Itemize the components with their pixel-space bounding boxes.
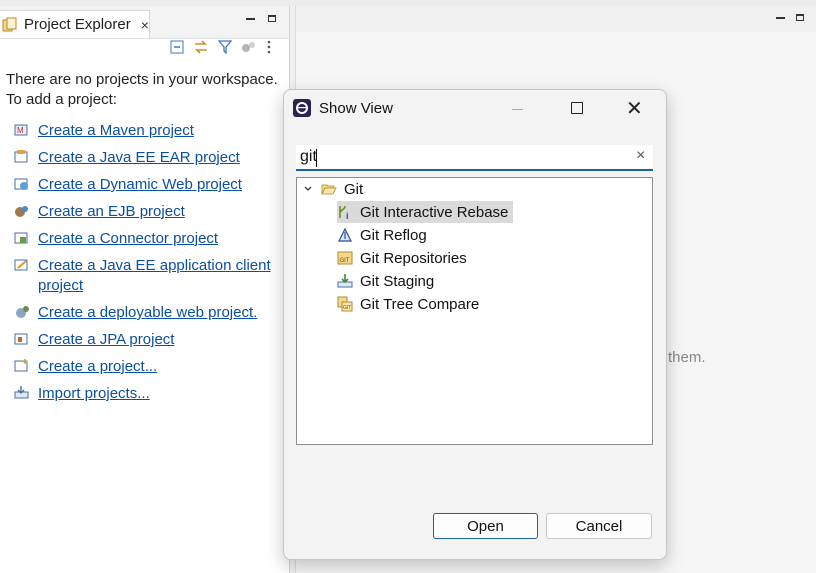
tree-category-git[interactable]: Git	[303, 178, 366, 200]
project-explorer-panel: Project Explorer × There are no projects…	[0, 6, 290, 573]
tree-category-label: Git	[344, 180, 364, 198]
ear-project-icon	[14, 150, 28, 163]
cancel-button[interactable]: Cancel	[546, 513, 652, 539]
create-app-client-project-link[interactable]: Create a Java EE application client proj…	[38, 256, 284, 296]
import-projects-icon	[14, 386, 29, 399]
svg-text:M: M	[17, 126, 24, 135]
create-project-links: M Create a Maven project Create a Java E…	[14, 121, 284, 411]
list-item: Create a Connector project	[14, 229, 284, 249]
minimize-view-icon[interactable]	[246, 18, 255, 20]
view-tree[interactable]: Git i Git Interactive Rebase Git Reflog …	[296, 177, 653, 445]
list-item: M Create a Maven project	[14, 121, 284, 141]
tree-item-label: Git Interactive Rebase	[360, 203, 509, 221]
eclipse-logo-icon	[293, 99, 311, 117]
new-project-icon	[14, 359, 28, 372]
list-item: Create a deployable web project.	[14, 303, 284, 323]
background-hint-text: them.	[668, 349, 706, 366]
create-dynamic-web-project-link[interactable]: Create a Dynamic Web project	[38, 175, 242, 195]
dialog-minimize-icon[interactable]	[512, 109, 523, 110]
git-tree-compare-icon: GIT	[337, 296, 353, 312]
list-item: Create a Java EE application client proj…	[14, 256, 284, 296]
tree-item-label: Git Staging	[360, 272, 435, 290]
empty-message-line1: There are no projects in your workspace.	[6, 71, 278, 88]
tree-item-label: Git Repositories	[360, 249, 467, 267]
link-with-editor-icon[interactable]	[193, 40, 209, 54]
git-interactive-rebase-icon: i	[339, 205, 349, 220]
maximize-view-icon[interactable]	[268, 15, 276, 22]
tab-project-explorer[interactable]: Project Explorer ×	[0, 10, 150, 38]
maximize-editor-icon[interactable]	[796, 14, 804, 21]
create-connector-project-link[interactable]: Create a Connector project	[38, 229, 218, 249]
minimize-editor-icon[interactable]	[776, 17, 785, 19]
ejb-project-icon	[15, 206, 28, 217]
dialog-close-icon[interactable]: ✕	[626, 96, 643, 121]
create-maven-project-link[interactable]: Create a Maven project	[38, 121, 194, 141]
tree-item-git-staging[interactable]: Git Staging	[337, 270, 437, 292]
import-projects-link[interactable]: Import projects...	[38, 384, 150, 404]
create-deployable-web-project-link[interactable]: Create a deployable web project.	[38, 303, 257, 323]
list-item: Create a JPA project	[14, 330, 284, 350]
tab-close-icon[interactable]: ×	[141, 17, 149, 33]
jpa-project-icon	[14, 333, 28, 345]
git-staging-icon	[337, 274, 353, 288]
empty-message-line2: To add a project:	[6, 91, 117, 108]
svg-text:i: i	[346, 211, 349, 220]
tree-item-label: Git Reflog	[360, 226, 427, 244]
git-repositories-icon: GIT	[337, 251, 353, 265]
create-ejb-project-link[interactable]: Create an EJB project	[38, 202, 185, 222]
git-reflog-icon	[338, 227, 352, 242]
tree-item-label: Git Tree Compare	[360, 295, 480, 313]
tab-project-explorer-title: Project Explorer	[24, 16, 131, 33]
filter-input[interactable]: git ×	[296, 145, 653, 171]
create-project-link[interactable]: Create a project...	[38, 357, 157, 377]
list-item: Create a Dynamic Web project	[14, 175, 284, 195]
open-button[interactable]: Open	[433, 513, 538, 539]
clear-filter-icon[interactable]: ×	[636, 147, 645, 165]
tree-item-git-reflog[interactable]: Git Reflog	[337, 224, 430, 246]
svg-text:GIT: GIT	[340, 258, 350, 264]
empty-workspace-message: There are no projects in your workspace.…	[6, 70, 286, 110]
create-ear-project-link[interactable]: Create a Java EE EAR project	[38, 148, 240, 168]
focus-icon[interactable]	[241, 40, 257, 54]
maven-project-icon: M	[14, 124, 28, 136]
connector-project-icon	[14, 232, 28, 244]
editor-area-tabbar	[296, 6, 816, 32]
collapse-all-icon[interactable]	[170, 40, 184, 54]
web-project-icon	[14, 178, 28, 190]
create-jpa-project-link[interactable]: Create a JPA project	[38, 330, 174, 350]
dialog-maximize-icon[interactable]	[571, 102, 583, 114]
project-explorer-icon	[2, 17, 17, 31]
filter-icon[interactable]	[218, 40, 232, 54]
list-item: Import projects...	[14, 384, 284, 404]
view-menu-icon[interactable]	[266, 40, 272, 54]
show-view-dialog: Show View ✕ git × Git i Git Interactive …	[283, 89, 667, 560]
explorer-toolbar	[170, 40, 272, 54]
tree-item-git-repositories[interactable]: GIT Git Repositories	[337, 247, 470, 269]
filter-input-value: git	[300, 148, 317, 165]
list-item: Create an EJB project	[14, 202, 284, 222]
deployable-web-project-icon	[16, 306, 29, 318]
folder-open-icon	[321, 184, 337, 195]
tree-item-git-interactive-rebase[interactable]: i Git Interactive Rebase	[337, 201, 514, 223]
list-item: Create a Java EE EAR project	[14, 148, 284, 168]
list-item: Create a project...	[14, 357, 284, 377]
tree-item-git-tree-compare[interactable]: GIT Git Tree Compare	[337, 293, 482, 315]
dialog-title: Show View	[319, 100, 393, 117]
app-client-project-icon	[14, 259, 28, 271]
svg-text:GIT: GIT	[343, 305, 351, 311]
text-caret	[316, 149, 317, 167]
project-explorer-tabbar: Project Explorer ×	[0, 6, 289, 39]
chevron-down-icon[interactable]	[303, 184, 313, 194]
